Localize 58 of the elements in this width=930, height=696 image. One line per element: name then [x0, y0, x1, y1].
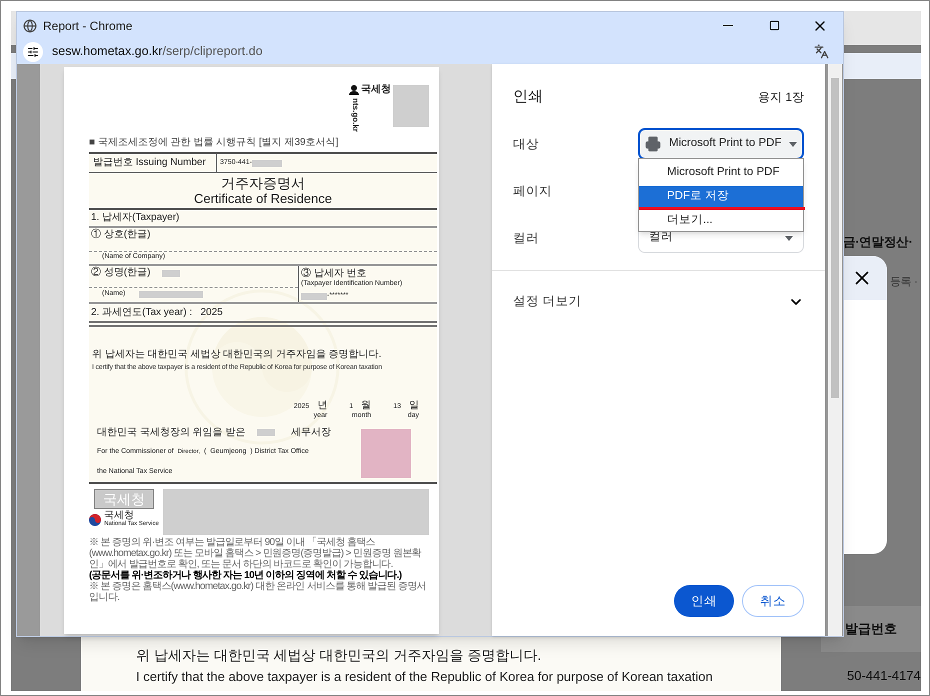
footnote: ※ 본 증명은 홈택스(www.hometax.go.kr) 대한 온라인 서비스를 통해 발급된 증명서입니다. — [89, 581, 428, 603]
blurred-region — [162, 270, 180, 276]
logo-text: 국세청 — [104, 511, 134, 521]
page-heading: 금·연말정산· — [843, 234, 912, 251]
date-unit: 년 — [317, 400, 328, 410]
blurred-region — [393, 85, 429, 127]
domain-text: nts.go.kr — [350, 98, 361, 132]
blurred-region — [361, 429, 411, 478]
delegation-text: 대한민국 국세청장의 위임을 받은 — [97, 427, 246, 438]
document-title: 거주자증명서 — [221, 175, 305, 191]
statement-korean: 위 납세자는 대한민국 세법상 대한민국의 거주자임을 증명합니다. — [136, 646, 542, 664]
dialog-text: 등록 · — [890, 275, 918, 290]
person-logo-icon — [349, 85, 359, 95]
date-unit: 일 — [409, 400, 419, 410]
issuing-label: 발급번호 Issuing Number — [89, 154, 217, 172]
statement-english: I certify that the above taxpayer is a resident of the Republic of Korea for purpose of Korean taxation — [136, 668, 714, 686]
form-reference: ■ 국제조세조정에 관한 법률 시행규칙 [별지 제39호서식] — [89, 137, 340, 149]
window-title: Report - Chrome — [42, 18, 134, 34]
caret-icon — [785, 236, 793, 240]
field-label: ② 성명(한글) — [91, 266, 150, 280]
emblem-icon — [89, 514, 102, 526]
dropdown-option[interactable]: Microsoft Print to PDF — [639, 162, 803, 184]
maximize-icon — [768, 20, 780, 31]
table-cell-text: 50-441-4174 — [847, 667, 921, 685]
section-heading: 1. 납세자(Taxpayer) — [89, 210, 437, 228]
blurred-region — [252, 160, 282, 166]
blurred-region — [139, 290, 204, 298]
url-text[interactable]: sesw.hometax.go.kr/serp/clipreport.do — [43, 42, 814, 61]
destination-select[interactable]: Microsoft Print to PDF — [638, 128, 804, 160]
office-title: 세무서장 — [290, 427, 331, 438]
date-unit: 월 — [361, 400, 372, 410]
printer-icon — [645, 136, 661, 152]
blurred-region — [301, 292, 327, 300]
caret-icon — [789, 142, 798, 146]
more-settings-toggle[interactable]: 설정 더보기 — [492, 270, 825, 332]
footnote: (공문서를 위·변조하거나 행사한 자는 10년 이하의 징역에 처할 수 있습니다.) — [89, 570, 402, 581]
statement-korean: 위 납세자는 대한민국 세법상 대한민국의 거주자임을 증명합니다. — [92, 348, 382, 360]
field-label: ③ 납세자 번호 — [301, 268, 368, 279]
cancel-button[interactable]: 취소 — [742, 585, 804, 617]
sheet-count: 용지 1장 — [758, 89, 804, 106]
setting-label: 대상 — [513, 136, 539, 153]
globe-icon — [23, 18, 37, 32]
panel-title: 인쇄 — [513, 87, 543, 107]
blurred-region — [257, 429, 275, 436]
setting-label: 컬러 — [513, 230, 539, 247]
agency-label: 국세청 — [361, 85, 391, 95]
document-subtitle: Certificate of Residence — [194, 191, 332, 206]
footnote: ※ 본 증명의 위·변조 여부는 발급일로부터 90일 이내 「국세청 홈택스(www.hometax.go.kr) 또는 모바일 홈택스 > 민원증명(증명발급) > 민원증명 원본확인」에서 발급번호로 확인, 또는 문서 하단의 바코드로 확인이 가능합니다. — [89, 537, 422, 570]
translate-icon[interactable] — [814, 44, 829, 59]
tax-year: 2. 과세연도(Tax year) : 2025 — [89, 304, 437, 322]
field-label: ① 상호(한글) — [90, 228, 152, 242]
minimize-icon — [723, 25, 733, 26]
dropdown-option[interactable]: PDF로 저장 — [639, 186, 803, 208]
site-settings-icon[interactable] — [23, 42, 43, 62]
print-button[interactable]: 인쇄 — [674, 585, 734, 617]
scrollbar-thumb[interactable] — [831, 78, 839, 398]
setting-label: 페이지 — [513, 182, 552, 200]
scrollbar[interactable] — [828, 64, 842, 636]
